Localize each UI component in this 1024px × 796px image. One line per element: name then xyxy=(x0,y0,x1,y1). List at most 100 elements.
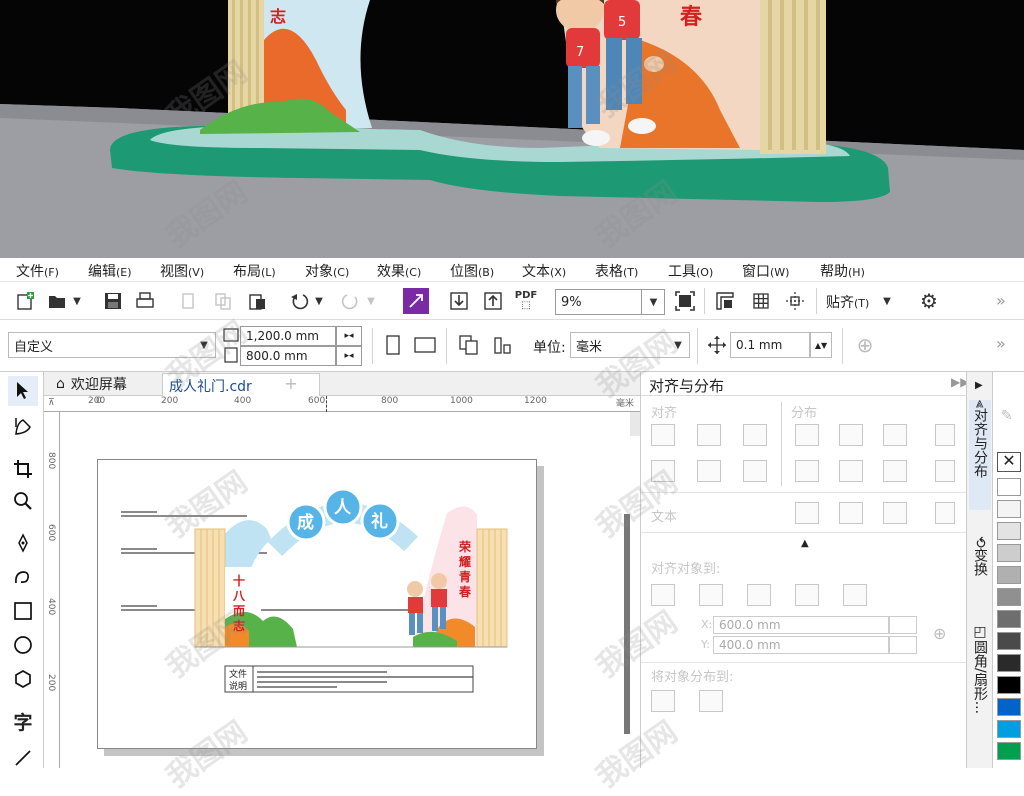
open-recent-dropdown[interactable]: ▼ xyxy=(70,288,84,314)
add-point-icon[interactable]: ⊕ xyxy=(933,624,946,643)
page-height-input[interactable]: 800.0 mm xyxy=(240,346,336,366)
vertical-scrollbar[interactable] xyxy=(624,514,630,734)
artistic-media-icon[interactable] xyxy=(8,562,38,592)
menu-help[interactable]: 帮助(H) xyxy=(820,261,865,281)
color-swatch[interactable] xyxy=(997,610,1021,628)
export-pdf-icon[interactable]: PDF ⬚ xyxy=(513,288,539,314)
color-swatch[interactable] xyxy=(997,544,1021,562)
color-swatch[interactable] xyxy=(997,720,1021,738)
no-color-swatch[interactable]: ✕ xyxy=(997,452,1021,472)
menu-table[interactable]: 表格(T) xyxy=(595,261,638,281)
import-icon[interactable] xyxy=(446,288,472,314)
color-swatch[interactable] xyxy=(997,742,1021,760)
distribute-right-icon[interactable] xyxy=(883,424,907,446)
color-swatch[interactable] xyxy=(997,500,1021,518)
rectangle-tool-icon[interactable] xyxy=(8,596,38,626)
align-top-icon[interactable] xyxy=(651,460,675,482)
ellipse-tool-icon[interactable] xyxy=(8,630,38,660)
text-bbox-icon[interactable] xyxy=(883,502,907,524)
paste-icon[interactable] xyxy=(244,288,270,314)
full-screen-icon[interactable] xyxy=(672,288,698,314)
print-icon[interactable] xyxy=(132,288,158,314)
distribute-center-v-icon[interactable] xyxy=(839,460,863,482)
menu-layout[interactable]: 布局(L) xyxy=(233,261,276,281)
scroll-up-icon[interactable]: ▶ xyxy=(975,380,983,391)
undo-dropdown[interactable]: ▼ xyxy=(312,288,326,314)
menu-view[interactable]: 视图(V) xyxy=(160,261,204,281)
snap-to-dropdown[interactable]: ▼ xyxy=(880,288,894,314)
zoom-tool-icon[interactable] xyxy=(8,486,38,516)
color-swatch[interactable] xyxy=(997,588,1021,606)
x-spinner[interactable] xyxy=(889,616,917,634)
distribute-spacing-h-icon[interactable] xyxy=(935,424,955,446)
page-width-spinner[interactable]: ▸◂ xyxy=(336,326,362,346)
save-icon[interactable] xyxy=(100,288,126,314)
export-icon[interactable] xyxy=(480,288,506,314)
align-right-icon[interactable] xyxy=(743,424,767,446)
align-center-h-icon[interactable] xyxy=(697,424,721,446)
menu-object[interactable]: 对象(C) xyxy=(305,261,349,281)
crop-tool-icon[interactable] xyxy=(8,454,38,484)
distribute-bottom-icon[interactable] xyxy=(883,460,907,482)
text-outline-icon[interactable] xyxy=(935,502,955,524)
align-center-v-icon[interactable] xyxy=(697,460,721,482)
tab-transform[interactable]: ⟲ 变换 xyxy=(969,536,991,620)
snap-to-button[interactable]: 贴齐(T) xyxy=(826,292,869,312)
options-gear-icon[interactable]: ⚙ xyxy=(916,288,942,314)
add-preset-icon[interactable]: ⊕ xyxy=(852,332,878,358)
color-swatch[interactable] xyxy=(997,698,1021,716)
redo-icon[interactable] xyxy=(338,288,364,314)
text-first-baseline-icon[interactable] xyxy=(795,502,819,524)
color-swatch[interactable] xyxy=(997,522,1021,540)
color-swatch[interactable] xyxy=(997,478,1021,496)
page-width-input[interactable]: 1,200.0 mm xyxy=(240,326,336,346)
align-to-page-center-icon[interactable] xyxy=(747,584,771,606)
menu-file[interactable]: 文件(F) xyxy=(16,261,59,281)
color-swatch[interactable] xyxy=(997,632,1021,650)
drawing-canvas[interactable]: 十 八 而 志 成 人 礼 荣 耀 青 春 文件 说明 xyxy=(60,412,640,768)
add-tab-button[interactable]: + xyxy=(280,374,302,394)
align-to-grid-icon[interactable] xyxy=(795,584,819,606)
page-size-preset[interactable]: 自定义 xyxy=(8,332,216,358)
page-height-spinner[interactable]: ▸◂ xyxy=(336,346,362,366)
x-position-input[interactable]: 600.0 mm xyxy=(713,616,889,634)
align-bottom-icon[interactable] xyxy=(743,460,767,482)
align-to-point-icon[interactable] xyxy=(843,584,867,606)
portrait-icon[interactable] xyxy=(380,332,406,358)
distribute-to-selection-icon[interactable] xyxy=(651,690,675,712)
polygon-tool-icon[interactable] xyxy=(8,664,38,694)
distribute-left-icon[interactable] xyxy=(795,424,819,446)
align-to-page-edge-icon[interactable] xyxy=(699,584,723,606)
nudge-distance-input[interactable]: 0.1 mm xyxy=(730,332,810,358)
distribute-top-icon[interactable] xyxy=(795,460,819,482)
menu-bitmaps[interactable]: 位图(B) xyxy=(450,261,494,281)
pick-tool-icon[interactable] xyxy=(8,376,38,406)
menu-edit[interactable]: 编辑(E) xyxy=(88,261,132,281)
zoom-dropdown[interactable]: ▼ xyxy=(641,289,665,315)
tab-fillet[interactable]: ◰ 圆角/扇形... xyxy=(969,624,991,764)
redo-dropdown[interactable]: ▼ xyxy=(364,288,378,314)
collapse-section-icon[interactable]: ▲ xyxy=(801,538,809,549)
menu-tools[interactable]: 工具(O) xyxy=(668,261,713,281)
align-to-active-icon[interactable] xyxy=(651,584,675,606)
unit-dropdown[interactable]: ▼ xyxy=(668,332,688,358)
page-size-dropdown[interactable]: ▼ xyxy=(194,332,214,358)
menu-effects[interactable]: 效果(C) xyxy=(377,261,421,281)
show-grid-icon[interactable] xyxy=(748,288,774,314)
align-left-icon[interactable] xyxy=(651,424,675,446)
shape-tool-icon[interactable] xyxy=(8,412,38,442)
new-document-icon[interactable] xyxy=(12,288,38,314)
y-spinner[interactable] xyxy=(889,636,917,654)
landscape-icon[interactable] xyxy=(412,332,438,358)
color-swatch[interactable] xyxy=(997,654,1021,672)
toolbar-more-icon[interactable]: » xyxy=(996,291,1006,310)
eyedropper-icon[interactable]: ✎ xyxy=(1001,408,1013,424)
menu-window[interactable]: 窗口(W) xyxy=(742,261,789,281)
menu-text[interactable]: 文本(X) xyxy=(522,261,566,281)
color-swatch[interactable] xyxy=(997,566,1021,584)
text-last-baseline-icon[interactable] xyxy=(839,502,863,524)
cut-icon[interactable] xyxy=(176,288,202,314)
open-folder-icon[interactable] xyxy=(44,288,70,314)
ruler-corner-icon[interactable]: ⊼ xyxy=(48,398,55,408)
current-page-icon[interactable] xyxy=(490,332,516,358)
